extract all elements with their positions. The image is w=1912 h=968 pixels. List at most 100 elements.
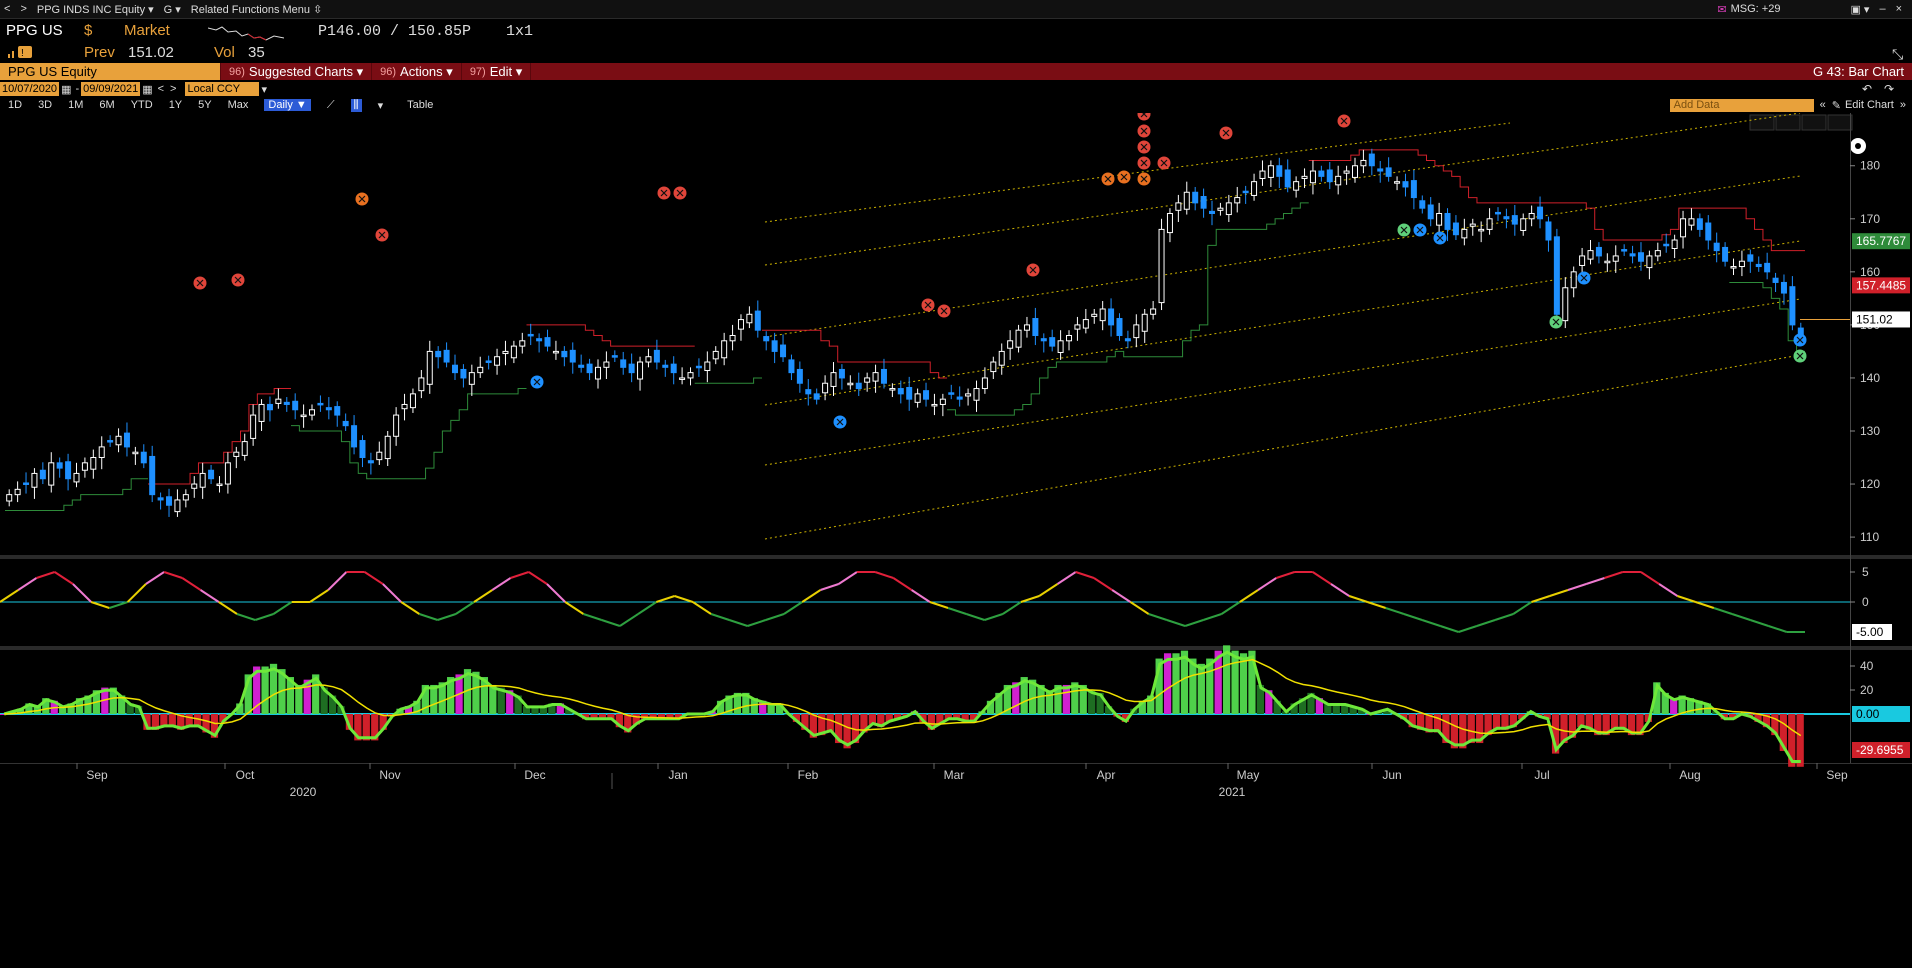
- edit-button[interactable]: 97) Edit ▾: [462, 63, 532, 80]
- candle-body: [140, 451, 147, 464]
- candle-body: [98, 446, 105, 459]
- range-6m[interactable]: 6M: [99, 99, 114, 111]
- candle-body: [1141, 313, 1148, 332]
- minimize-icon[interactable]: –: [1879, 3, 1885, 15]
- expand-panel-icon[interactable]: »: [1900, 99, 1906, 111]
- candle-body: [973, 388, 980, 401]
- window-menu-icon[interactable]: ▣ ▾: [1850, 3, 1869, 16]
- osc-line-segment: [583, 613, 602, 621]
- candle-body: [931, 403, 938, 407]
- candle-body: [90, 457, 97, 470]
- quote-header: PPG US $ Market P146.00 / 150.85P 1x1 ! …: [0, 20, 1912, 62]
- macd-bar: [1197, 663, 1205, 714]
- candle-body: [1015, 329, 1022, 348]
- candle-body: [855, 382, 862, 390]
- table-button[interactable]: Table: [407, 99, 433, 111]
- actions-button[interactable]: 96) Actions ▾: [372, 63, 462, 80]
- osc-line-segment: [1367, 601, 1386, 609]
- line-tool-icon[interactable]: [1775, 114, 1801, 131]
- start-date-input[interactable]: 10/07/2020: [0, 82, 60, 96]
- add-data-input[interactable]: Add Data: [1669, 98, 1814, 112]
- osc-line-segment: [1512, 601, 1533, 615]
- candle-body: [1091, 313, 1098, 317]
- candle-body: [838, 368, 845, 379]
- g-menu[interactable]: G ▾: [164, 3, 181, 16]
- osc-line-segment: [1239, 589, 1259, 603]
- annotation-tool-icon[interactable]: [1801, 114, 1827, 131]
- zoom-tool-icon[interactable]: [1827, 114, 1853, 131]
- macd-bar: [1796, 714, 1804, 767]
- osc-line-segment: [984, 613, 1004, 621]
- chart-type-dropdown-icon[interactable]: ▾: [378, 99, 384, 112]
- chart-area[interactable]: 50-5.00 40200.00-29.6955 110120130140150…: [0, 113, 1912, 968]
- line-chart-icon[interactable]: ⟋: [327, 99, 335, 112]
- close-icon[interactable]: ×: [1896, 3, 1902, 15]
- currency-select[interactable]: Local CCY: [185, 82, 260, 96]
- x-month-label: Oct: [236, 768, 255, 782]
- candle-body: [552, 350, 559, 354]
- suggested-charts-button[interactable]: 96) Suggested Charts ▾: [221, 63, 373, 80]
- osc-line-segment: [656, 595, 675, 603]
- osc-line-segment: [1567, 583, 1587, 591]
- osc-line-segment: [327, 571, 348, 591]
- start-calendar-icon[interactable]: ▦: [61, 83, 71, 96]
- candle-body: [1654, 250, 1661, 257]
- msg-count[interactable]: MSG: +29: [1731, 3, 1781, 15]
- range-1y[interactable]: 1Y: [169, 99, 182, 111]
- end-date-input[interactable]: 09/09/2021: [81, 82, 141, 96]
- edit-chart-button[interactable]: Edit Chart: [1845, 99, 1894, 111]
- osc-line-segment: [510, 571, 530, 579]
- message-icon[interactable]: ✉: [1717, 3, 1726, 16]
- candle-body: [367, 460, 374, 464]
- range-max[interactable]: Max: [228, 99, 249, 111]
- range-3d[interactable]: 3D: [38, 99, 52, 111]
- next-period-icon[interactable]: >: [170, 83, 176, 95]
- candle-body: [990, 361, 997, 373]
- security-field[interactable]: PPG US Equity: [0, 63, 221, 80]
- undo-icon[interactable]: ↶: [1862, 82, 1872, 96]
- redo-icon[interactable]: ↷: [1884, 82, 1894, 96]
- bar-chart-icon[interactable]: ⫼: [350, 98, 362, 112]
- candle-body: [1377, 168, 1384, 172]
- range-1m[interactable]: 1M: [68, 99, 83, 111]
- osc-line-segment: [564, 601, 584, 615]
- osc-line-segment: [747, 619, 767, 627]
- candle-body: [1469, 223, 1476, 227]
- related-functions-menu[interactable]: Related Functions Menu ⇳: [191, 3, 323, 16]
- range-ytd[interactable]: YTD: [131, 99, 153, 111]
- candle-body: [292, 400, 299, 411]
- candle-body: [460, 368, 467, 379]
- candle-body: [1730, 266, 1737, 269]
- security-menu[interactable]: PPG INDS INC Equity ▾: [37, 3, 154, 16]
- back-arrow-icon[interactable]: <: [4, 3, 10, 15]
- range-1d[interactable]: 1D: [8, 99, 22, 111]
- range-5y[interactable]: 5Y: [198, 99, 211, 111]
- pencil-icon[interactable]: ✎: [1832, 99, 1841, 112]
- osc-line-segment: [491, 577, 512, 591]
- collapse-icon[interactable]: «: [1820, 99, 1826, 111]
- candle-body: [1503, 216, 1510, 220]
- currency-dropdown-icon[interactable]: ▾: [261, 83, 267, 96]
- x-month-label: Aug: [1679, 768, 1700, 782]
- candle-body: [275, 398, 282, 404]
- forward-arrow-icon[interactable]: >: [20, 3, 26, 15]
- candle-body: [965, 393, 972, 397]
- macd-bar: [1231, 650, 1239, 714]
- candle-body: [359, 440, 366, 459]
- candle-body: [1595, 246, 1602, 257]
- candle-body: [309, 409, 316, 416]
- panel-divider: [0, 555, 1912, 559]
- candle-body: [830, 372, 837, 387]
- candle-body: [65, 461, 72, 480]
- edit-num: 97): [469, 65, 486, 78]
- expand-icon[interactable]: ⤡: [1892, 46, 1903, 63]
- interval-select[interactable]: Daily ▼: [264, 99, 311, 111]
- osc-line-segment: [783, 601, 803, 615]
- osc-line-segment: [1148, 613, 1168, 621]
- candle-body: [1368, 153, 1375, 167]
- y-tick-label: 180: [1860, 159, 1880, 173]
- end-calendar-icon[interactable]: ▦: [142, 83, 152, 96]
- x-month-label: Sep: [86, 768, 108, 782]
- prev-period-icon[interactable]: <: [158, 83, 164, 95]
- candle-body: [780, 344, 787, 358]
